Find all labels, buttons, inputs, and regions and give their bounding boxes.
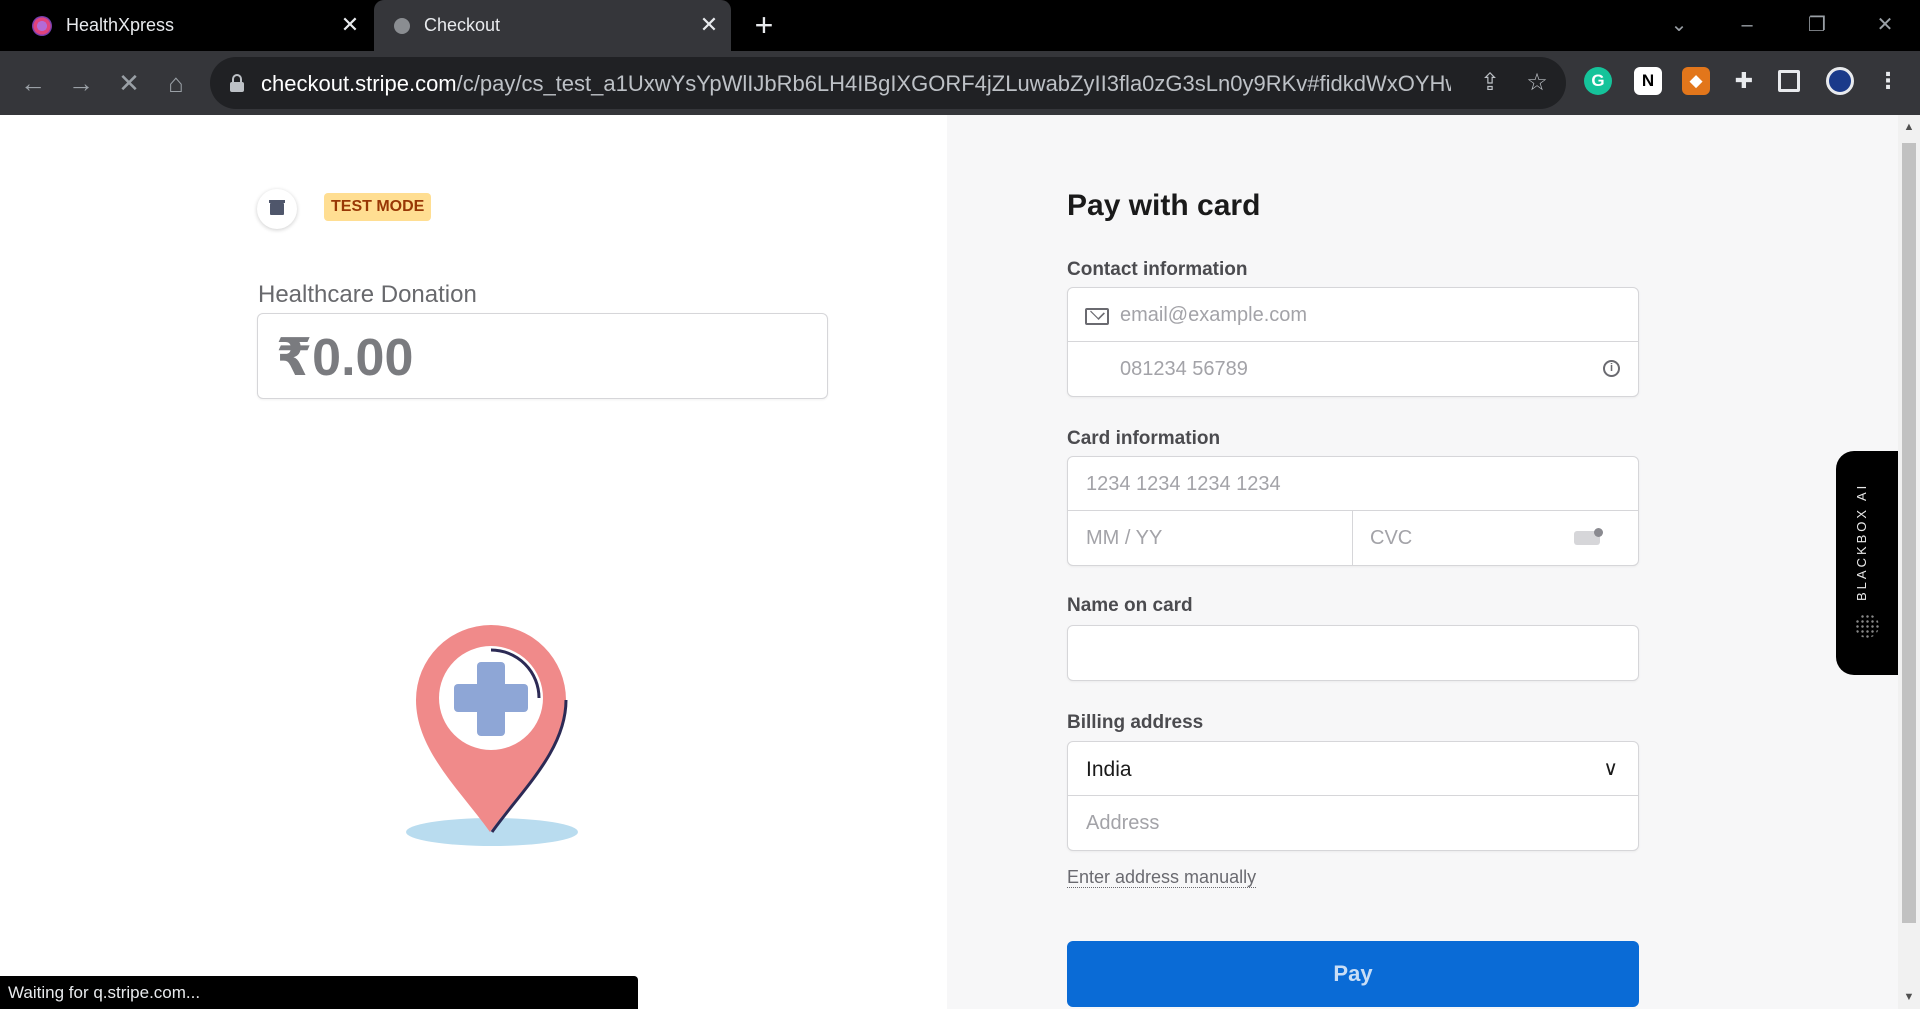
scroll-down-icon[interactable]: ▼: [1902, 990, 1916, 1004]
pay-with-card-heading: Pay with card: [1067, 189, 1261, 222]
tab-checkout[interactable]: Checkout ✕: [374, 0, 731, 51]
profile-avatar[interactable]: [1826, 67, 1854, 95]
notion-extension-icon[interactable]: N: [1634, 67, 1662, 95]
card-info-label: Card information: [1067, 428, 1221, 449]
checkout-page: TEST MODE Healthcare Donation ₹0.00 Pay …: [0, 115, 1898, 1009]
store-icon[interactable]: [257, 189, 297, 229]
divider: [1352, 511, 1353, 565]
enter-address-manually-link[interactable]: Enter address manually: [1067, 867, 1257, 888]
scrollbar-thumb[interactable]: [1902, 143, 1916, 923]
cvc-card-icon: [1574, 528, 1603, 545]
name-on-card-label: Name on card: [1067, 595, 1193, 616]
close-window-icon[interactable]: ✕: [1862, 8, 1908, 42]
loading-favicon-icon: [394, 17, 410, 34]
country-select[interactable]: India ∨: [1068, 742, 1638, 796]
tab-search-icon[interactable]: ⌄: [1656, 8, 1702, 42]
blackbox-ai-label: BLACKBOX AI: [1854, 482, 1869, 601]
browser-toolbar: ← → ✕ ⌂ checkout.stripe.com/c/pay/cs_tes…: [0, 51, 1920, 115]
home-icon[interactable]: ⌂: [158, 65, 194, 101]
order-summary: TEST MODE Healthcare Donation ₹0.00: [0, 115, 947, 1009]
tab-title: Checkout: [424, 15, 501, 35]
lock-icon[interactable]: [230, 74, 244, 92]
blackbox-logo-icon: [1855, 614, 1879, 638]
blackbox-ai-side-tab[interactable]: BLACKBOX AI: [1836, 451, 1898, 675]
chrome-menu-icon[interactable]: ⋮: [1874, 67, 1902, 95]
close-tab-icon[interactable]: ✕: [697, 13, 721, 37]
url-text[interactable]: checkout.stripe.com/c/pay/cs_test_a1UxwY…: [261, 71, 1451, 97]
address-bar[interactable]: checkout.stripe.com/c/pay/cs_test_a1UxwY…: [210, 57, 1566, 109]
email-field[interactable]: email@example.com: [1120, 304, 1307, 327]
email-row[interactable]: email@example.com: [1068, 288, 1638, 342]
mail-icon: [1085, 308, 1109, 325]
address-row[interactable]: Address: [1068, 796, 1638, 850]
tab-title: HealthXpress: [66, 15, 175, 35]
extensions-puzzle-icon[interactable]: ✚: [1730, 67, 1758, 95]
grammarly-extension-icon[interactable]: G: [1584, 67, 1612, 95]
billing-address-label: Billing address: [1067, 712, 1204, 733]
forward-icon[interactable]: →: [63, 65, 99, 101]
contact-info-label: Contact information: [1067, 259, 1248, 280]
share-icon[interactable]: ⇪: [1476, 69, 1504, 97]
address-field[interactable]: Address: [1086, 812, 1159, 835]
metamask-extension-icon[interactable]: ◆: [1682, 67, 1710, 95]
name-on-card-field[interactable]: [1067, 625, 1639, 681]
stop-loading-icon[interactable]: ✕: [111, 65, 147, 101]
country-value: India: [1086, 758, 1132, 781]
card-number-row[interactable]: 1234 1234 1234 1234: [1068, 457, 1638, 511]
back-icon[interactable]: ←: [15, 65, 51, 101]
healthcare-location-pin-illustration: [406, 625, 578, 846]
restore-icon[interactable]: ❐: [1794, 8, 1840, 42]
new-tab-icon[interactable]: +: [749, 9, 779, 41]
card-info-group: 1234 1234 1234 1234 MM / YY CVC: [1067, 456, 1639, 566]
close-tab-icon[interactable]: ✕: [338, 13, 362, 37]
tab-strip: HealthXpress ✕ Checkout ✕ + ⌄ – ❐ ✕: [0, 0, 1920, 51]
contact-info-group: email@example.com 081234 56789 i: [1067, 287, 1639, 397]
card-number-field[interactable]: 1234 1234 1234 1234: [1086, 473, 1281, 496]
cvc-field[interactable]: CVC: [1370, 527, 1412, 550]
expiry-field[interactable]: MM / YY: [1086, 527, 1162, 550]
billing-address-group: India ∨ Address: [1067, 741, 1639, 851]
status-bar: Waiting for q.stripe.com...: [0, 976, 638, 1009]
chevron-down-icon: ∨: [1603, 758, 1618, 780]
tab-healthxpress[interactable]: HealthXpress ✕: [0, 0, 372, 51]
side-panel-icon[interactable]: [1778, 70, 1800, 92]
page-scrollbar[interactable]: ▲ ▼: [1898, 115, 1920, 1009]
minimize-icon[interactable]: –: [1724, 8, 1770, 42]
test-mode-badge: TEST MODE: [324, 193, 432, 221]
bookmark-star-icon[interactable]: ☆: [1523, 69, 1551, 97]
amount-value: ₹0.00: [276, 329, 414, 387]
product-name: Healthcare Donation: [258, 281, 477, 308]
info-icon[interactable]: i: [1603, 360, 1620, 377]
healthxpress-favicon-icon: [32, 15, 52, 36]
payment-form-pane: Pay with card Contact information email@…: [947, 115, 1898, 1009]
custom-amount-input[interactable]: ₹0.00: [257, 313, 828, 399]
pay-button[interactable]: Pay: [1067, 941, 1639, 1007]
phone-field[interactable]: 081234 56789: [1120, 358, 1248, 381]
scroll-up-icon[interactable]: ▲: [1902, 120, 1916, 134]
card-details-row: MM / YY CVC: [1068, 511, 1638, 565]
phone-row[interactable]: 081234 56789 i: [1068, 342, 1638, 396]
